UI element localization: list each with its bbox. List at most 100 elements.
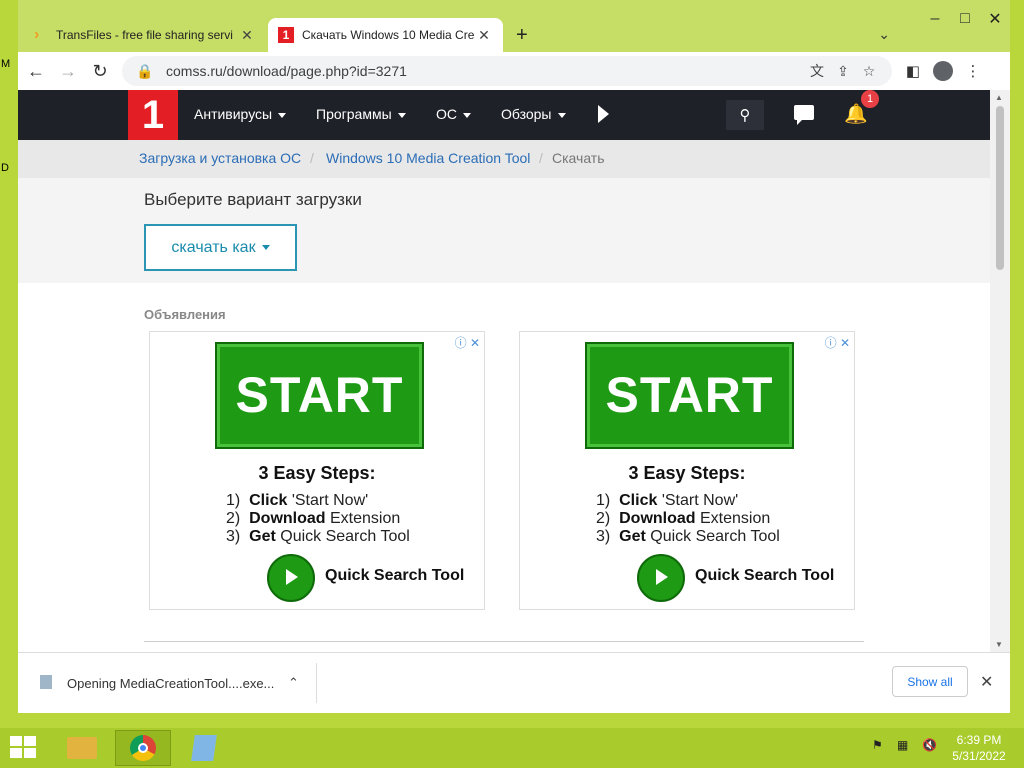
- step-number: 1): [226, 492, 241, 509]
- step-number: 3): [596, 528, 611, 545]
- ad-banner[interactable]: ⓘ ✕ START 3 Easy Steps: 1) Click 'Start …: [519, 331, 855, 610]
- taskbar-notepad[interactable]: [176, 730, 232, 766]
- ad-choices-close-icon[interactable]: ⓘ ✕: [455, 334, 480, 351]
- caret-down-icon: [463, 112, 471, 118]
- minimize-button[interactable]: –: [920, 6, 950, 32]
- breadcrumb-link[interactable]: Windows 10 Media Creation Tool: [326, 150, 530, 166]
- play-icon[interactable]: [637, 554, 685, 602]
- ad-steps-title: 3 Easy Steps:: [258, 463, 376, 483]
- step-number: 2): [226, 510, 241, 527]
- start-button-image[interactable]: START: [585, 342, 794, 449]
- clock-time: 6:39 PM: [956, 733, 1002, 747]
- tab-comss[interactable]: 1 Скачать Windows 10 Media Crea ✕: [268, 18, 503, 52]
- divider: [316, 663, 317, 703]
- section-title: Выберите вариант загрузки: [144, 190, 362, 209]
- desktop-icon-label: M: [1, 58, 11, 70]
- taskbar-clock[interactable]: 6:39 PM 5/31/2022: [944, 732, 1014, 764]
- ad-step: 2) Download Extension: [596, 510, 770, 528]
- lock-icon[interactable]: 🔒: [132, 63, 158, 80]
- file-icon: [40, 675, 52, 689]
- ad-step: 1) Click 'Start Now': [596, 492, 738, 510]
- windows-start-icon[interactable]: [10, 736, 38, 760]
- translate-icon[interactable]: 文: [804, 61, 830, 81]
- tab-title: TransFiles - free file sharing servi: [56, 28, 233, 42]
- desktop-edge: M D: [0, 0, 18, 720]
- nav-programs[interactable]: Программы: [316, 106, 406, 122]
- ad-cta[interactable]: Quick Search Tool: [695, 567, 834, 585]
- step-bold: Click: [619, 492, 658, 509]
- back-button[interactable]: ←: [22, 57, 50, 85]
- step-bold: Click: [249, 492, 288, 509]
- breadcrumb: Загрузка и установка ОС / Windows 10 Med…: [18, 140, 990, 178]
- window-controls: – □ ✕: [920, 6, 1010, 32]
- nav-more-arrow-icon[interactable]: [598, 105, 609, 123]
- step-text: Quick Search Tool: [275, 528, 410, 545]
- step-text: Quick Search Tool: [645, 528, 780, 545]
- close-icon[interactable]: ✕: [238, 26, 256, 44]
- play-icon[interactable]: [267, 554, 315, 602]
- start-button-image[interactable]: START: [215, 342, 424, 449]
- profile-avatar[interactable]: [933, 61, 953, 81]
- search-icon: ⚲: [739, 107, 751, 124]
- tab-transfiles[interactable]: › TransFiles - free file sharing servi ✕: [24, 18, 266, 52]
- tab-search-chevron-icon[interactable]: ⌄: [878, 26, 890, 43]
- close-icon[interactable]: ✕: [980, 672, 993, 692]
- folder-icon: [67, 737, 97, 759]
- share-icon[interactable]: ⇪: [830, 63, 856, 80]
- close-icon[interactable]: ✕: [475, 26, 493, 44]
- ad-banner[interactable]: ⓘ ✕ START 3 Easy Steps: 1) Click 'Start …: [149, 331, 485, 610]
- chat-icon[interactable]: [794, 105, 814, 125]
- caret-down-icon: [261, 245, 270, 250]
- breadcrumb-separator: /: [310, 150, 314, 166]
- step-text: Extension: [325, 510, 401, 527]
- volume-muted-icon[interactable]: 🔇: [922, 738, 940, 754]
- step-text: Extension: [695, 510, 771, 527]
- nav-antivirus[interactable]: Антивирусы: [194, 106, 287, 122]
- close-window-button[interactable]: ✕: [980, 6, 1010, 32]
- desktop-icon-label: D: [1, 162, 9, 174]
- caret-down-icon: [397, 112, 406, 118]
- scroll-thumb[interactable]: [996, 106, 1004, 270]
- taskbar-file-explorer[interactable]: [54, 730, 110, 766]
- taskbar-chrome[interactable]: [115, 730, 171, 766]
- bookmark-star-icon[interactable]: ☆: [856, 63, 882, 80]
- start-pane: [24, 748, 36, 758]
- nav-reviews[interactable]: Обзоры: [501, 106, 566, 122]
- tab-title: Скачать Windows 10 Media Crea: [302, 28, 475, 42]
- chevron-up-icon[interactable]: ⌃: [288, 675, 299, 691]
- network-icon[interactable]: ▦: [897, 738, 915, 754]
- download-as-button[interactable]: скачать как: [144, 224, 297, 271]
- page-scrollbar[interactable]: ▲ ▼: [990, 90, 1010, 652]
- ad-cta[interactable]: Quick Search Tool: [325, 567, 464, 585]
- step-bold: Download: [619, 510, 696, 527]
- divider: [144, 641, 864, 642]
- ads-label: Объявления: [144, 307, 226, 322]
- action-center-flag-icon[interactable]: ⚑: [872, 738, 890, 754]
- address-bar[interactable]: 🔒 comss.ru/download/page.php?id=3271 文 ⇪…: [122, 56, 892, 86]
- show-all-button[interactable]: Show all: [892, 666, 968, 697]
- step-number: 2): [596, 510, 611, 527]
- ad-choices-close-icon[interactable]: ⓘ ✕: [825, 334, 850, 351]
- download-bar: Opening MediaCreationTool....exe... ⌃ Sh…: [18, 652, 1010, 713]
- url-text[interactable]: comss.ru/download/page.php?id=3271: [166, 63, 804, 79]
- start-pane: [10, 736, 22, 746]
- forward-button[interactable]: →: [54, 57, 82, 85]
- maximize-button[interactable]: □: [950, 6, 980, 32]
- site-logo[interactable]: 1: [128, 90, 178, 140]
- side-panel-icon[interactable]: ◧: [898, 62, 928, 80]
- download-item-name[interactable]: Opening MediaCreationTool....exe...: [67, 676, 274, 691]
- nav-os[interactable]: ОС: [436, 106, 471, 122]
- nav-label: Антивирусы: [194, 106, 273, 122]
- clock-date: 5/31/2022: [952, 749, 1006, 763]
- step-number: 3): [226, 528, 241, 545]
- ad-step: 2) Download Extension: [226, 510, 400, 528]
- breadcrumb-link[interactable]: Загрузка и установка ОС: [139, 150, 301, 166]
- site-search-button[interactable]: ⚲: [726, 100, 764, 130]
- browser-toolbar: ← → ↻ 🔒 comss.ru/download/page.php?id=32…: [18, 52, 1010, 90]
- nav-label: Обзоры: [501, 106, 552, 122]
- scroll-down-arrow-icon[interactable]: ▼: [995, 640, 1003, 649]
- reload-button[interactable]: ↻: [86, 57, 114, 85]
- menu-kebab-icon[interactable]: ⋮: [958, 62, 988, 80]
- scroll-up-arrow-icon[interactable]: ▲: [995, 93, 1003, 102]
- new-tab-button[interactable]: +: [516, 24, 528, 47]
